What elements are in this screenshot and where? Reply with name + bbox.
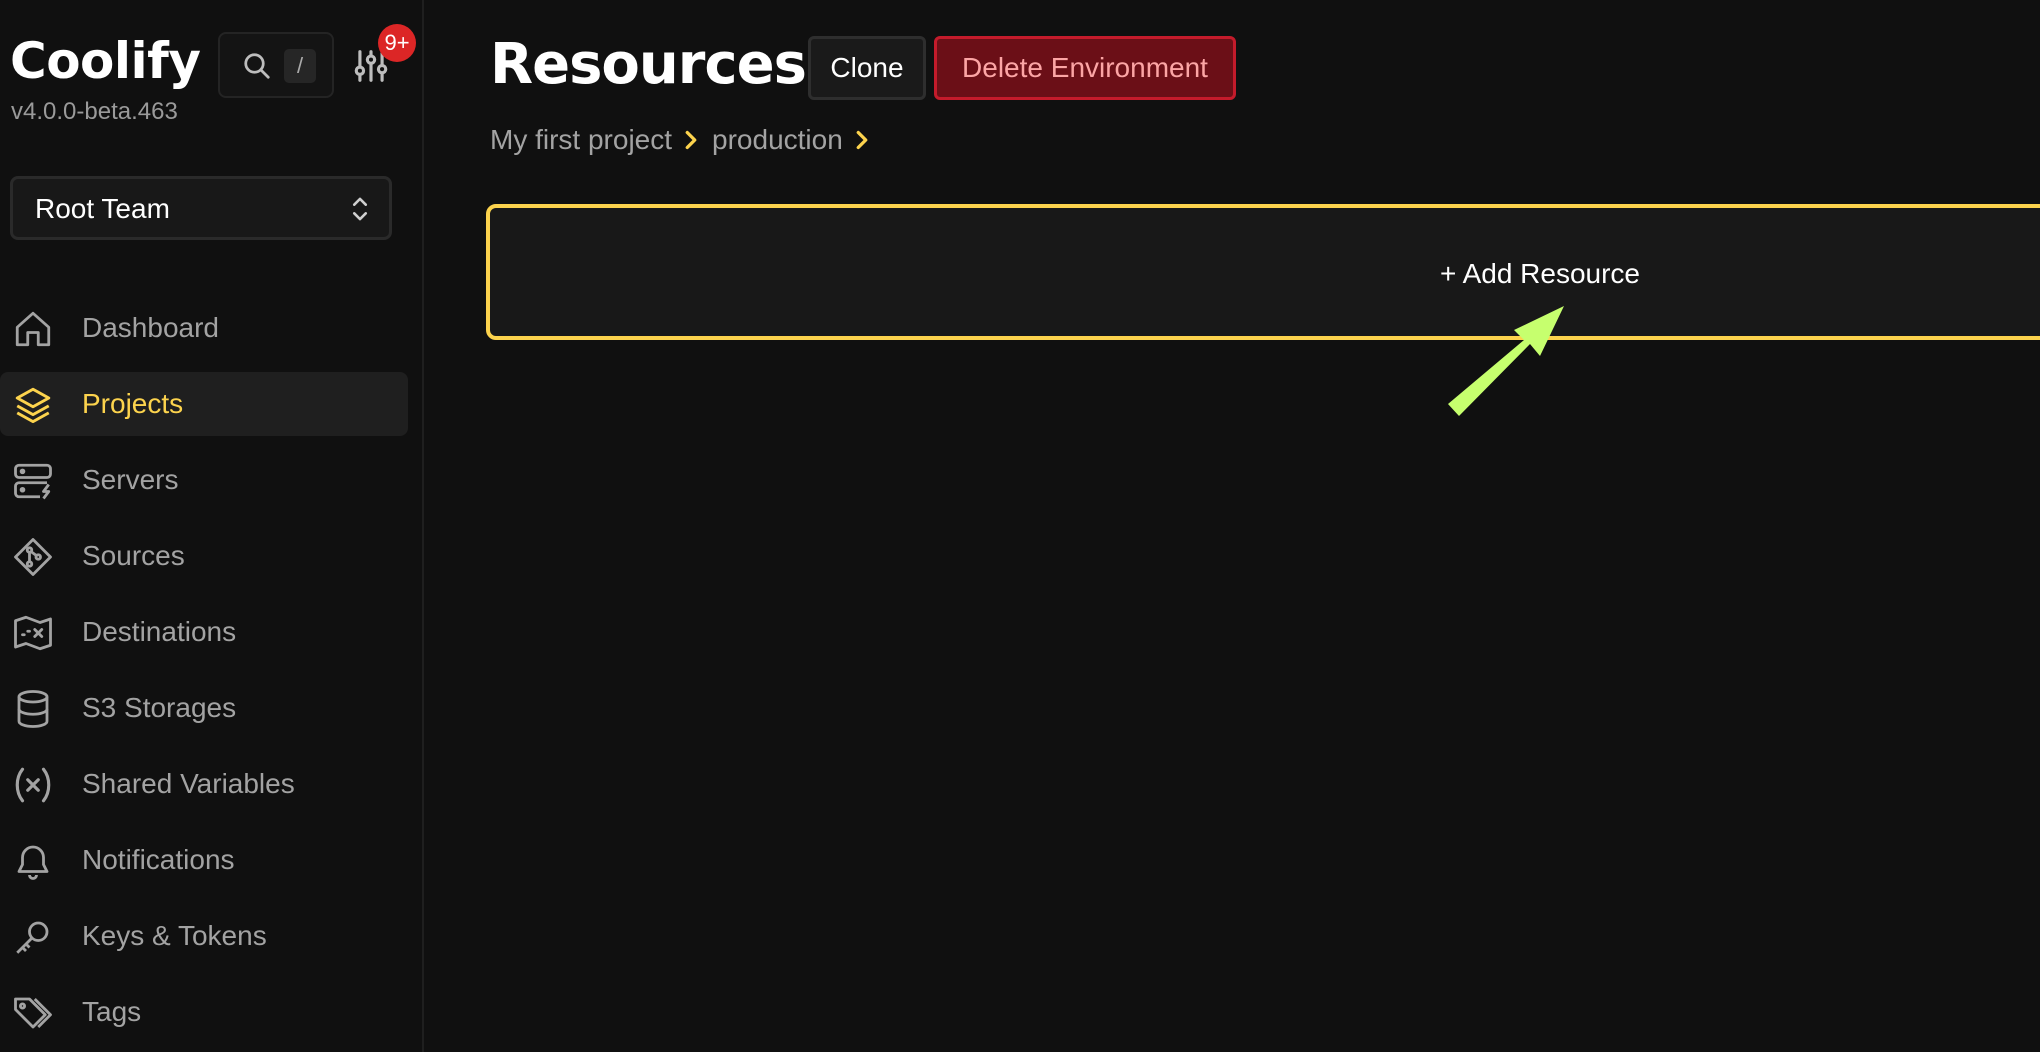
sidebar-item-label: Notifications — [82, 844, 235, 875]
key-icon — [16, 921, 49, 954]
add-resource-button[interactable]: + Add Resource — [486, 204, 2040, 340]
add-resource-label: + Add Resource — [1439, 258, 1641, 289]
map-icon — [14, 615, 52, 651]
chevron-right-icon — [855, 130, 869, 150]
server-icon — [14, 463, 52, 500]
sidebar-item-label: Keys & Tokens — [82, 920, 267, 951]
search-button[interactable]: / — [218, 32, 334, 98]
bell-icon — [17, 845, 49, 880]
variable-icon — [15, 767, 51, 803]
layers-icon — [15, 387, 51, 424]
app-logo[interactable]: Coolify — [10, 32, 201, 90]
sidebar-item-servers[interactable]: Servers — [0, 448, 408, 512]
sidebar-item-tags[interactable]: Tags — [0, 980, 408, 1044]
home-icon — [15, 311, 51, 347]
database-icon — [17, 690, 49, 728]
sidebar-item-projects[interactable]: Projects — [0, 372, 408, 436]
breadcrumb-project[interactable]: My first project — [490, 124, 672, 156]
sidebar-item-label: Projects — [82, 388, 184, 419]
clone-button[interactable]: Clone — [808, 36, 926, 100]
chevron-right-icon — [684, 130, 698, 150]
chevron-up-down-icon — [352, 197, 368, 221]
sidebar-item-label: Destinations — [82, 616, 237, 647]
pointer-arrow-icon — [1448, 306, 1564, 416]
sidebar-item-label: Dashboard — [82, 312, 219, 343]
sidebar-item-dashboard[interactable]: Dashboard — [0, 296, 408, 360]
sidebar-item-s3-storages[interactable]: S3 Storages — [0, 676, 408, 740]
team-select[interactable]: Root Team — [10, 176, 392, 240]
search-icon — [244, 53, 270, 79]
sidebar-item-destinations[interactable]: Destinations — [0, 600, 408, 664]
sidebar-item-sources[interactable]: Sources — [0, 524, 408, 588]
sidebar-item-label: S3 Storages — [82, 692, 237, 723]
git-icon — [14, 538, 52, 576]
app-version: v4.0.0-beta.463 — [11, 98, 178, 125]
delete-environment-button[interactable]: Delete Environment — [934, 36, 1236, 100]
sidebar-item-notifications[interactable]: Notifications — [0, 828, 408, 892]
page-title: Resources — [490, 32, 807, 97]
sidebar-item-label: Servers — [82, 464, 179, 495]
sidebar-item-label: Tags — [82, 996, 142, 1027]
tags-icon — [14, 997, 52, 1029]
sidebar-item-label: Sources — [82, 540, 185, 571]
breadcrumb-environment[interactable]: production — [712, 124, 843, 156]
app-root: Coolify v4.0.0-beta.463 / 9+ Root Team D… — [0, 0, 2040, 1052]
notification-badge: 9+ — [378, 24, 416, 62]
sidebar-item-label: Shared Variables — [82, 768, 295, 799]
sidebar-item-shared-variables[interactable]: Shared Variables — [0, 752, 408, 816]
search-shortcut-key: / — [284, 49, 316, 83]
sidebar-item-keys-tokens[interactable]: Keys & Tokens — [0, 904, 408, 968]
breadcrumb: My first project production — [490, 124, 883, 156]
sidebar: Coolify v4.0.0-beta.463 / 9+ Root Team D… — [0, 0, 424, 1052]
team-select-value: Root Team — [35, 193, 170, 224]
